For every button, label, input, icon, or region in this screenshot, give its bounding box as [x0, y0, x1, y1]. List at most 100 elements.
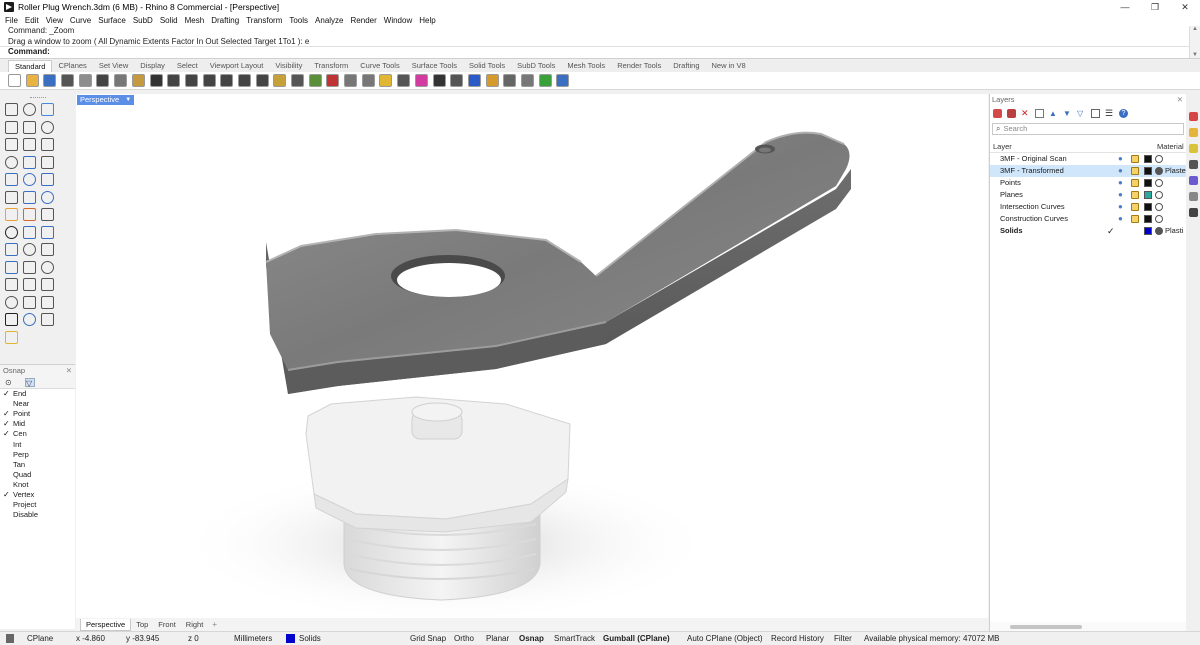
osnap-perp[interactable]: Perp: [0, 450, 75, 460]
scale-icon[interactable]: [5, 278, 18, 291]
tab-render-tools[interactable]: Render Tools: [611, 60, 667, 72]
box-icon[interactable]: [5, 173, 18, 186]
lock-icon[interactable]: [1131, 167, 1139, 175]
sphere-icon[interactable]: [23, 173, 36, 186]
restore-button[interactable]: ❐: [1140, 0, 1170, 14]
osnap-options-icon[interactable]: ⊙: [5, 378, 15, 387]
osnap-project[interactable]: Project: [0, 500, 75, 510]
status-grid-snap[interactable]: Grid Snap: [410, 634, 446, 644]
array-icon[interactable]: [41, 278, 54, 291]
layer-name[interactable]: Planes: [1000, 189, 1023, 201]
help-icon[interactable]: [556, 74, 570, 87]
menu-mesh[interactable]: Mesh: [185, 16, 205, 25]
lock-icon[interactable]: [1131, 215, 1139, 223]
move-down-icon[interactable]: ▼: [1063, 109, 1072, 118]
menu-edit[interactable]: Edit: [25, 16, 39, 25]
select-window-icon[interactable]: [41, 103, 54, 116]
command-prompt[interactable]: Command:: [0, 46, 1189, 57]
current-layer-checkmark-icon[interactable]: ✓: [1107, 225, 1115, 237]
render-icon[interactable]: [467, 74, 481, 87]
osnap-end[interactable]: ✓ End: [0, 389, 75, 399]
car-icon[interactable]: [326, 74, 340, 87]
lock-icon[interactable]: [1131, 155, 1139, 163]
layer-row[interactable]: Solids ✓ Plasti: [990, 225, 1186, 237]
environment-tab-icon[interactable]: [1189, 192, 1198, 201]
paint-icon[interactable]: [5, 330, 18, 344]
viewport-tab-top[interactable]: Top: [131, 619, 153, 631]
trim-icon[interactable]: [41, 243, 54, 256]
color-wheel-icon[interactable]: [414, 74, 428, 87]
material-sphere-icon[interactable]: [1155, 215, 1163, 223]
viewport-tab-front[interactable]: Front: [153, 619, 181, 631]
bucket-icon[interactable]: [5, 225, 18, 239]
import-icon[interactable]: [78, 74, 92, 87]
materials-tab-icon[interactable]: [1189, 176, 1198, 185]
visibility-bulb-icon[interactable]: ●: [1118, 167, 1124, 175]
display-tab-icon[interactable]: [1189, 160, 1198, 169]
tab-curve-tools[interactable]: Curve Tools: [354, 60, 405, 72]
help-icon[interactable]: ?: [1119, 108, 1128, 118]
chevron-down-icon[interactable]: ▼: [125, 95, 131, 105]
rotate-icon[interactable]: [41, 260, 54, 274]
menu-view[interactable]: View: [46, 16, 63, 25]
render-preview-icon[interactable]: [41, 313, 54, 326]
layer-name[interactable]: Solids: [1000, 225, 1023, 237]
hide-icon[interactable]: [397, 74, 411, 87]
material-sphere-icon[interactable]: [1155, 179, 1163, 187]
select-point-icon[interactable]: [5, 103, 18, 116]
copy-icon[interactable]: [114, 74, 128, 87]
layers-scrollbar[interactable]: [990, 622, 1187, 631]
pan-icon[interactable]: [167, 74, 181, 87]
layer-name[interactable]: Points: [1000, 177, 1021, 189]
grasshopper-icon[interactable]: [538, 74, 552, 87]
properties-tab-icon[interactable]: [1189, 112, 1198, 121]
checkmark-icon[interactable]: ✓: [3, 429, 13, 439]
layer-color-swatch[interactable]: [1144, 203, 1152, 211]
zoom-selected-icon[interactable]: [255, 74, 269, 87]
material-sphere-icon[interactable]: [1155, 227, 1163, 235]
sweep-icon[interactable]: [41, 190, 54, 204]
status-filter[interactable]: Filter: [834, 634, 852, 644]
extrude-icon[interactable]: [5, 190, 18, 204]
viewport-tab-right[interactable]: Right: [181, 619, 209, 631]
tab-surface-tools[interactable]: Surface Tools: [406, 60, 463, 72]
status-record-history[interactable]: Record History: [771, 634, 824, 644]
osnap-vertex[interactable]: ✓ Vertex: [0, 490, 75, 500]
menu-analyze[interactable]: Analyze: [315, 16, 343, 25]
osnap-cen[interactable]: ✓ Cen: [0, 429, 75, 439]
tab-standard[interactable]: Standard: [8, 60, 53, 72]
menu-solid[interactable]: Solid: [160, 16, 178, 25]
ellipse-icon[interactable]: [5, 138, 18, 151]
layer-row[interactable]: Construction Curves ●: [990, 213, 1186, 225]
visibility-bulb-icon[interactable]: ●: [1118, 155, 1124, 163]
tab-visibility[interactable]: Visibility: [269, 60, 308, 72]
perspective-viewport[interactable]: Perspective ▼: [76, 94, 988, 618]
display-mode-icon[interactable]: [450, 74, 464, 87]
viewport-title[interactable]: Perspective ▼: [77, 95, 135, 105]
menu-curve[interactable]: Curve: [70, 16, 91, 25]
copy-objects-icon[interactable]: [23, 260, 36, 274]
lock-icon[interactable]: [1131, 191, 1139, 199]
add-viewport-tab-icon[interactable]: +: [208, 620, 221, 629]
group-icon[interactable]: [23, 313, 36, 326]
tab-viewport-layout[interactable]: Viewport Layout: [204, 60, 270, 72]
layer-color-swatch[interactable]: [1144, 155, 1152, 163]
layer-row[interactable]: Intersection Curves ●: [990, 201, 1186, 213]
visibility-bulb-icon[interactable]: ●: [1118, 203, 1124, 211]
polyline-icon[interactable]: [23, 103, 36, 116]
visibility-bulb-icon[interactable]: ●: [1118, 215, 1124, 223]
layer-row[interactable]: Points ●: [990, 177, 1186, 189]
column-material[interactable]: Material: [1157, 141, 1184, 153]
zoom-all-icon[interactable]: [273, 74, 287, 87]
layer-name[interactable]: 3MF - Original Scan: [1000, 153, 1067, 165]
layer-name[interactable]: Intersection Curves: [1000, 201, 1065, 213]
settings-icon[interactable]: [503, 74, 517, 87]
tab-solid-tools[interactable]: Solid Tools: [463, 60, 511, 72]
tab-subd-tools[interactable]: SubD Tools: [511, 60, 561, 72]
select-icon[interactable]: [344, 74, 358, 87]
arc-icon[interactable]: [23, 120, 36, 134]
tools-icon[interactable]: [485, 74, 499, 87]
close-button[interactable]: ✕: [1170, 0, 1200, 14]
osnap-mid[interactable]: ✓ Mid: [0, 419, 75, 429]
osnap-disable[interactable]: Disable: [0, 510, 75, 520]
